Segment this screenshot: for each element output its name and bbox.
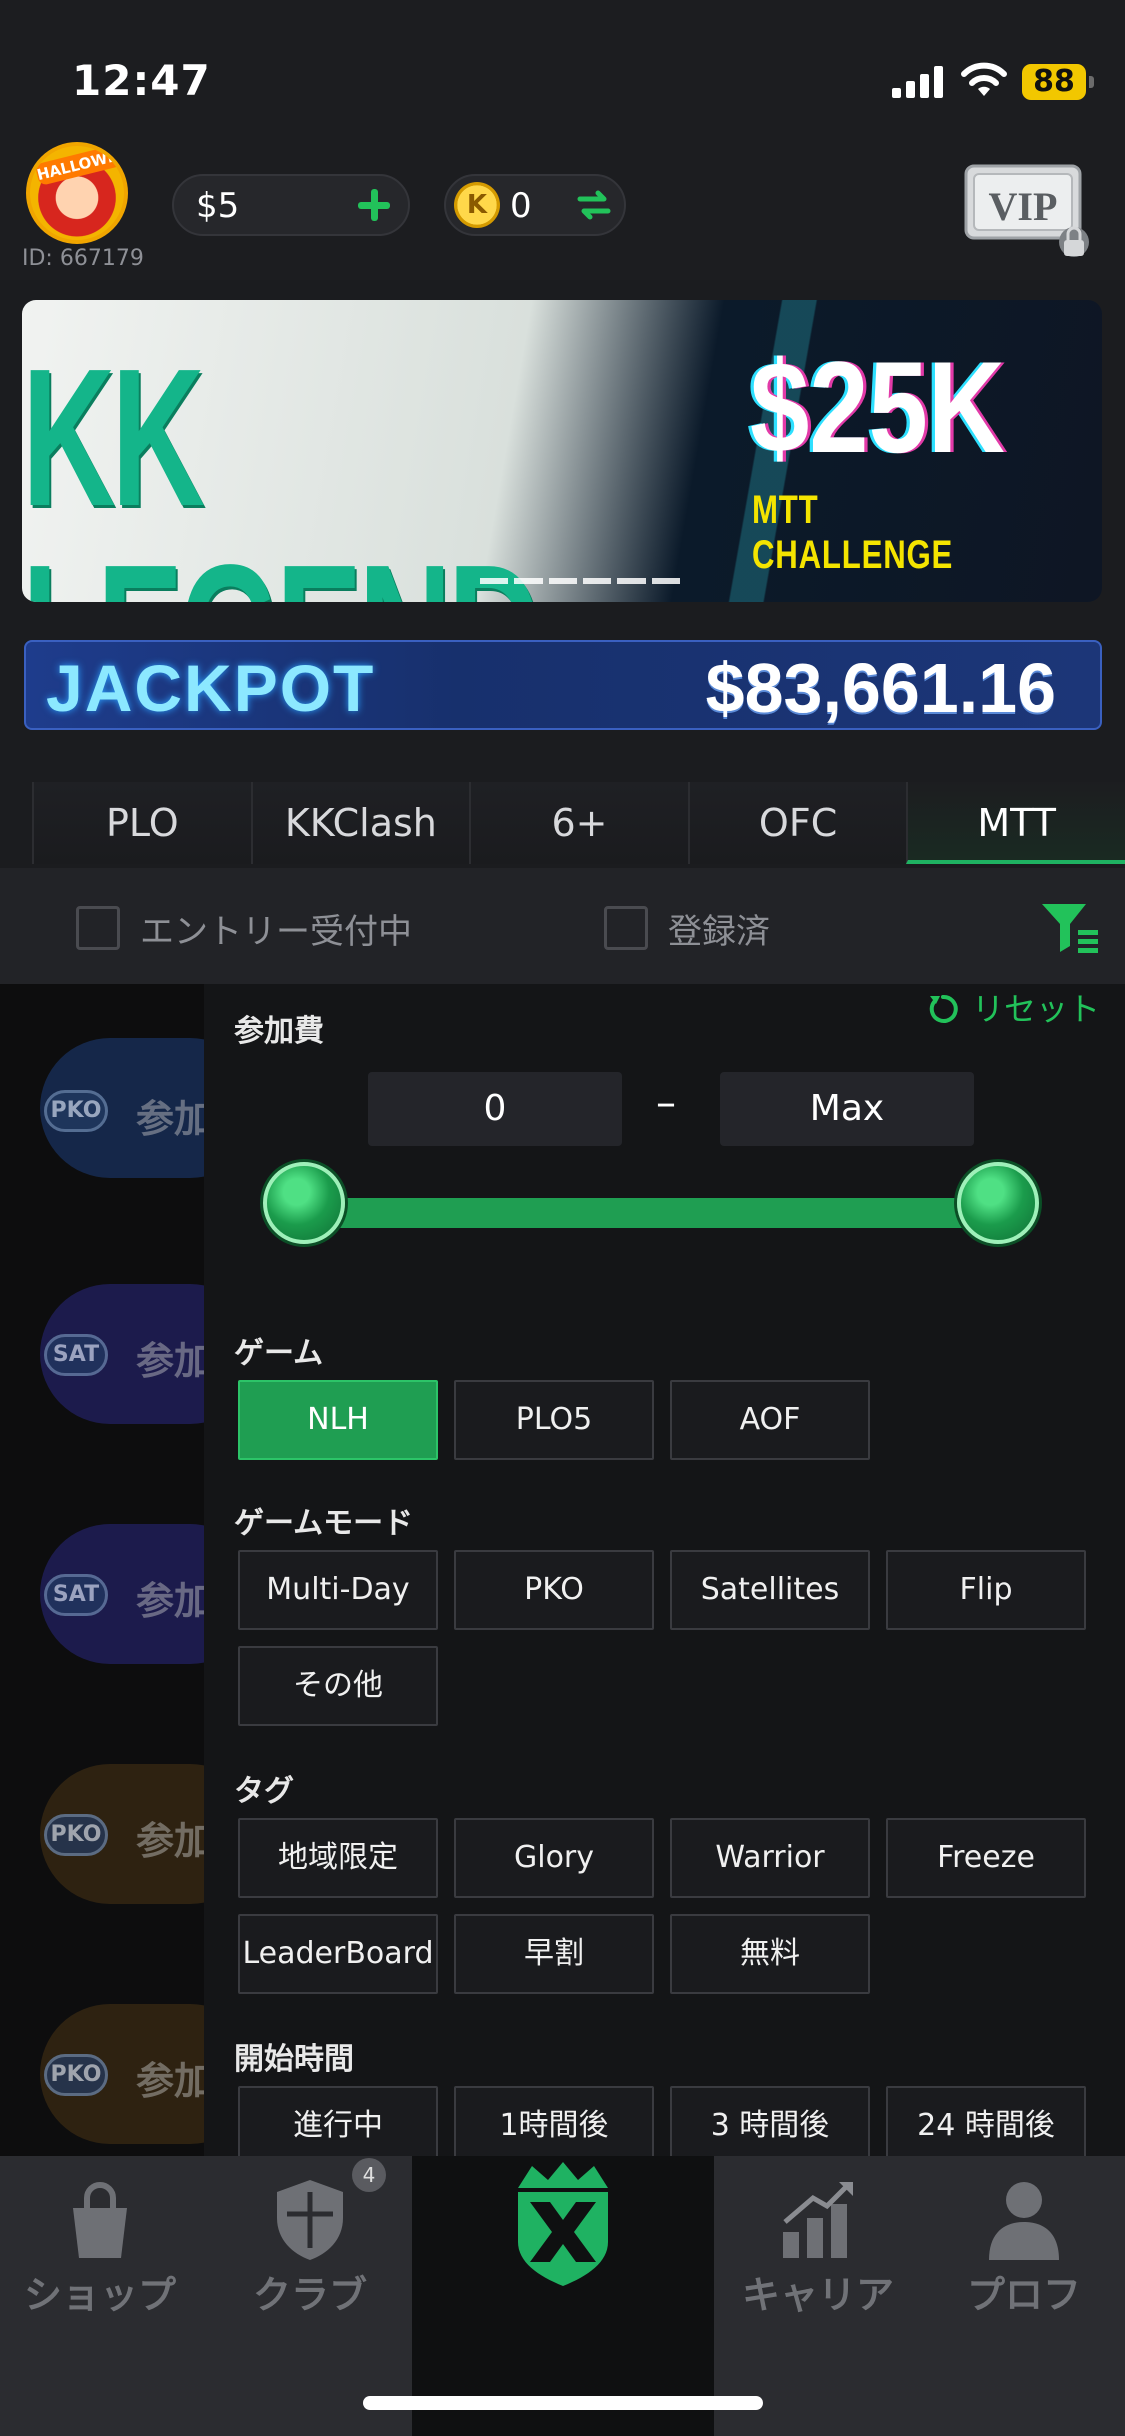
range-separator: – <box>656 1080 676 1126</box>
jackpot-amount: $83,661.16 <box>705 649 1056 727</box>
cash-balance[interactable]: $5 <box>172 174 410 236</box>
nav-shop[interactable]: ショップ <box>0 2156 200 2346</box>
tab-mtt[interactable]: MTT <box>906 782 1125 864</box>
registered-checkbox[interactable] <box>604 906 648 950</box>
banner-amount: $25K <box>750 334 1005 480</box>
banner-pager <box>480 578 680 584</box>
entry-fee-min-input[interactable]: 0 <box>368 1072 622 1146</box>
join-text: 参加 <box>136 2059 213 2103</box>
game-mode-label: ゲームモード <box>234 1506 414 1541</box>
nav-career[interactable]: キャリア <box>718 2156 918 2346</box>
club-notification-badge: 4 <box>352 2158 386 2192</box>
entry-fee-label: 参加費 <box>234 1014 324 1049</box>
tournament-type-badge: PKO <box>44 1814 108 1856</box>
start-time-1h[interactable]: 1時間後 <box>454 2086 654 2156</box>
promo-banner[interactable]: KK LEGEND $25K MTT CHALLENGE <box>22 300 1102 602</box>
start-time-3h[interactable]: 3 時間後 <box>670 2086 870 2156</box>
filter-row: エントリー受付中 登録済 <box>0 868 1125 984</box>
status-bar: 12:47 88 <box>0 0 1125 140</box>
rising-chart-icon <box>783 2182 853 2258</box>
coin-amount: 0 <box>510 186 532 226</box>
exchange-icon[interactable] <box>576 188 612 222</box>
start-time-label: 開始時間 <box>234 2042 354 2077</box>
game-mode-other[interactable]: その他 <box>238 1646 438 1726</box>
nav-home[interactable] <box>412 2156 714 2436</box>
slider-min-handle[interactable] <box>263 1162 345 1244</box>
entry-open-checkbox[interactable] <box>76 906 120 950</box>
game-label: ゲーム <box>234 1336 324 1371</box>
tags-label: タグ <box>234 1774 294 1809</box>
avatar-event-tag: HALLOWEEN <box>34 142 128 187</box>
user-id: ID: 667179 <box>22 246 144 271</box>
shopping-bag-icon <box>73 2182 127 2258</box>
join-text: 参加 <box>136 1339 213 1383</box>
game-mode-pko[interactable]: PKO <box>454 1550 654 1630</box>
game-mode-flip[interactable]: Flip <box>886 1550 1086 1630</box>
reset-button[interactable]: リセット <box>926 984 1100 1030</box>
top-header: HALLOWEEN ID: 667179 $5 K 0 VIP <box>0 140 1125 280</box>
tag-free[interactable]: 無料 <box>670 1914 870 1994</box>
entry-fee-max-input[interactable]: Max <box>720 1072 974 1146</box>
start-time-in-progress[interactable]: 進行中 <box>238 2086 438 2156</box>
tournament-type-badge: PKO <box>44 2054 108 2096</box>
reset-label: リセット <box>972 990 1101 1028</box>
tag-glory[interactable]: Glory <box>454 1818 654 1898</box>
join-text: 参加 <box>136 1819 213 1863</box>
entry-fee-slider-fill <box>304 1198 998 1228</box>
coin-balance[interactable]: K 0 <box>444 174 626 236</box>
k-coin-icon: K <box>454 182 500 228</box>
add-funds-icon[interactable] <box>354 185 394 225</box>
game-option-nlh[interactable]: NLH <box>238 1380 438 1460</box>
tag-leaderboard[interactable]: LeaderBoard <box>238 1914 438 1994</box>
user-avatar[interactable]: HALLOWEEN <box>26 142 128 244</box>
nav-profile-label: プロフ <box>966 2273 1081 2317</box>
status-time: 12:47 <box>72 56 211 105</box>
nav-shop-label: ショップ <box>23 2273 176 2317</box>
tag-early-bird[interactable]: 早割 <box>454 1914 654 1994</box>
game-type-tabs: PLO KKClash 6+ OFC MTT <box>0 782 1125 866</box>
tournament-type-badge: PKO <box>44 1090 108 1132</box>
home-indicator[interactable] <box>363 2396 763 2410</box>
banner-title: KK LEGEND <box>22 328 541 603</box>
tab-plo[interactable]: PLO <box>32 782 251 864</box>
vip-locked-icon[interactable]: VIP <box>964 162 1094 258</box>
cellular-signal-icon <box>892 66 943 98</box>
registered-label: 登録済 <box>668 912 770 952</box>
nav-career-label: キャリア <box>741 2273 894 2317</box>
jackpot-label: JACKPOT <box>46 651 376 725</box>
banner-subtitle: MTT CHALLENGE <box>752 488 954 577</box>
shield-icon <box>277 2180 343 2260</box>
join-text: 参加 <box>136 1579 213 1623</box>
cash-amount: $5 <box>196 186 240 226</box>
game-mode-multi-day[interactable]: Multi-Day <box>238 1550 438 1630</box>
tournament-type-badge: SAT <box>44 1334 108 1376</box>
tag-regional[interactable]: 地域限定 <box>238 1818 438 1898</box>
tag-warrior[interactable]: Warrior <box>670 1818 870 1898</box>
slider-max-handle[interactable] <box>957 1162 1039 1244</box>
start-time-24h[interactable]: 24 時間後 <box>886 2086 1086 2156</box>
entry-open-label: エントリー受付中 <box>140 912 412 952</box>
game-mode-satellites[interactable]: Satellites <box>670 1550 870 1630</box>
jackpot-bar[interactable]: JACKPOT $83,661.16 <box>24 640 1102 730</box>
tab-6plus[interactable]: 6+ <box>469 782 688 864</box>
battery-indicator: 88 <box>1022 64 1094 100</box>
tournament-type-badge: SAT <box>44 1574 108 1616</box>
game-option-aof[interactable]: AOF <box>670 1380 870 1460</box>
vip-text: VIP <box>989 184 1058 229</box>
filter-panel: リセット 参加費 0 – Max ゲーム NLH PLO5 AOF ゲームモード… <box>204 984 1125 2156</box>
nav-club-label: クラブ <box>252 2273 367 2317</box>
nav-profile[interactable]: プロフ <box>924 2156 1124 2346</box>
game-option-plo5[interactable]: PLO5 <box>454 1380 654 1460</box>
kk-logo-icon <box>518 2162 608 2286</box>
tab-ofc[interactable]: OFC <box>687 782 907 864</box>
reset-icon <box>929 994 958 1023</box>
wifi-icon <box>961 62 1007 96</box>
join-text: 参加 <box>136 1097 213 1141</box>
filter-icon[interactable] <box>1040 900 1100 954</box>
tag-freeze[interactable]: Freeze <box>886 1818 1086 1898</box>
person-icon <box>989 2182 1059 2260</box>
tab-kkclash[interactable]: KKClash <box>250 782 470 864</box>
